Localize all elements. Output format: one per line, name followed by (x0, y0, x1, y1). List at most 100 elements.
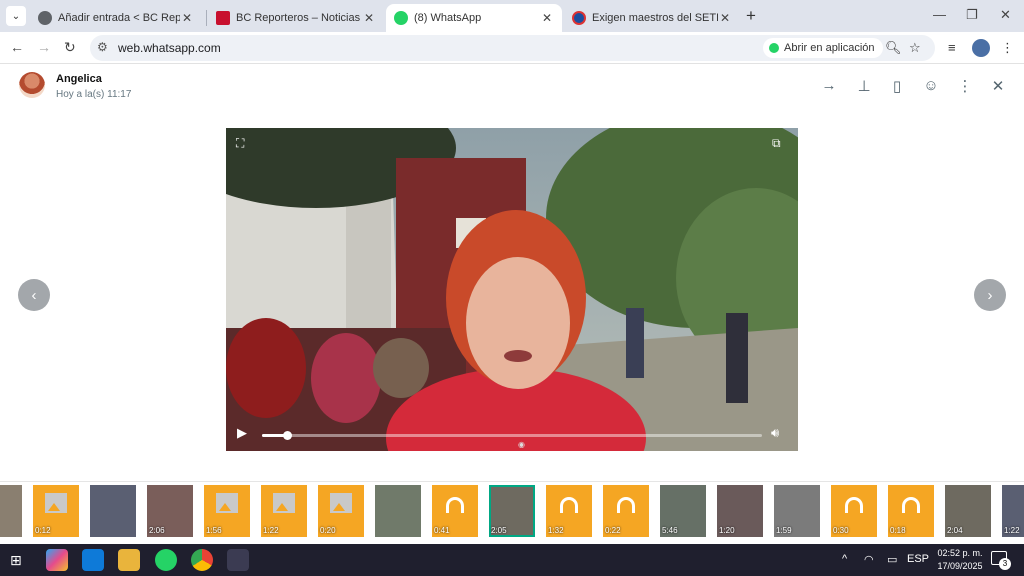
audio-thumbnail[interactable]: 0:30 (831, 485, 877, 537)
fullscreen-icon[interactable]: ⛶ (236, 136, 244, 151)
url-text[interactable]: web.whatsapp.com (118, 41, 221, 55)
teamviewer-icon[interactable] (82, 549, 104, 571)
video-frame (226, 128, 798, 451)
save-bookmark-icon[interactable]: ▯ (888, 77, 906, 95)
tab-search-button[interactable]: ⌄ (6, 6, 26, 26)
video-player[interactable]: ⛶ ⧉ ▶ 🔊︎ ◉ (226, 128, 798, 451)
close-viewer-icon[interactable]: ✕ (989, 77, 1007, 95)
tab-divider (206, 10, 207, 26)
bookmark-star-icon[interactable]: ☆ (909, 40, 921, 56)
audio-thumbnail[interactable]: 0:41 (432, 485, 478, 537)
news-site-icon (572, 11, 586, 25)
video-thumbnail[interactable] (0, 485, 22, 537)
play-icon[interactable]: ▶ (237, 425, 247, 441)
omnibox[interactable]: ⚙ web.whatsapp.com Abrir en aplicación 🔍… (90, 35, 935, 61)
headphones-icon (617, 497, 635, 513)
video-thumbnail[interactable]: 1:59 (774, 485, 820, 537)
restore-button[interactable]: ❐ (966, 7, 978, 23)
forward-icon[interactable]: → (820, 77, 838, 94)
tab-whatsapp[interactable]: (8) WhatsApp ✕ (386, 4, 562, 32)
image-thumbnail[interactable]: 0:20 (318, 485, 364, 537)
back-button[interactable]: ← (10, 39, 24, 55)
thumbnail-duration: 0:20 (320, 526, 336, 535)
image-placeholder-icon (330, 493, 352, 513)
new-tab-button[interactable]: + (746, 6, 756, 26)
thumbnail-duration: 2:06 (149, 526, 165, 535)
minimize-button[interactable]: — (933, 7, 946, 22)
thumbnail-duration: 0:30 (833, 526, 849, 535)
thumbnail-duration: 1:59 (776, 526, 792, 535)
headphones-icon (902, 497, 920, 513)
windows-taskbar: ⊞ ^ ◠ ▭ ESP (0, 544, 1024, 576)
globe-icon (38, 11, 52, 25)
video-watermark-icon: ◉ (518, 440, 525, 449)
open-in-app-button[interactable]: Abrir en aplicación (763, 38, 883, 58)
message-timestamp: Hoy a la(s) 11:17 (56, 89, 132, 100)
headphones-icon (560, 497, 578, 513)
sender-name[interactable]: Angelica (56, 73, 102, 85)
close-icon[interactable]: ✕ (362, 11, 376, 25)
video-thumbnail[interactable]: 1:20 (717, 485, 763, 537)
image-thumbnail[interactable]: 1:22 (261, 485, 307, 537)
sender-avatar[interactable] (19, 72, 45, 98)
dancer-app-icon[interactable] (227, 549, 249, 571)
emoji-react-icon[interactable]: ☺ (922, 77, 940, 94)
tab-anadir-entrada[interactable]: Añadir entrada < BC Reporteros ✕ (30, 4, 202, 32)
show-hidden-icons-icon[interactable]: ^ (842, 553, 847, 565)
tab-exigen-maestros[interactable]: Exigen maestros del SETE pago ✕ (564, 4, 740, 32)
chrome-icon[interactable] (191, 549, 213, 571)
headphones-icon (446, 497, 464, 513)
headphones-icon (845, 497, 863, 513)
tab-title: Añadir entrada < BC Reporteros (58, 12, 180, 24)
video-thumbnail[interactable] (90, 485, 136, 537)
open-in-app-label: Abrir en aplicación (784, 42, 875, 54)
browser-menu-icon[interactable]: ⋮ (1001, 40, 1014, 56)
notification-count-badge: 3 (999, 558, 1011, 570)
image-thumbnail[interactable]: 0:12 (33, 485, 79, 537)
thumbnail-duration: 0:22 (605, 526, 621, 535)
close-icon[interactable]: ✕ (718, 11, 732, 25)
next-media-button[interactable]: › (974, 279, 1006, 311)
audio-thumbnail[interactable]: 0:18 (888, 485, 934, 537)
previous-media-button[interactable]: ‹ (18, 279, 50, 311)
image-placeholder-icon (216, 493, 238, 513)
audio-thumbnail[interactable]: 1:32 (546, 485, 592, 537)
taskbar-clock[interactable]: 02:52 p. m. 17/09/2025 (934, 547, 986, 573)
whatsapp-app-icon[interactable] (155, 549, 177, 571)
site-info-icon[interactable]: ⚙ (97, 40, 108, 54)
thumbnail-duration: 1:20 (719, 526, 735, 535)
tab-title: Exigen maestros del SETE pago (592, 12, 718, 24)
picture-in-picture-icon[interactable]: ⧉ (772, 136, 781, 151)
tab-bc-reporteros[interactable]: BC Reporteros – Noticias ✕ (208, 4, 384, 32)
video-thumbnail[interactable]: 5:46 (660, 485, 706, 537)
pin-icon[interactable]: ⊥ (855, 77, 873, 95)
video-thumbnail[interactable]: 2:04 (945, 485, 991, 537)
windows-start-icon[interactable]: ⊞ (10, 552, 22, 569)
video-thumbnail[interactable]: 2:05 (489, 485, 535, 537)
forward-button[interactable]: → (37, 39, 51, 55)
window-close-button[interactable]: ✕ (1000, 7, 1011, 23)
file-explorer-icon[interactable] (118, 549, 140, 571)
browser-tab-bar: ⌄ Añadir entrada < BC Reporteros ✕ BC Re… (0, 0, 1024, 32)
zoom-icon[interactable]: 🔍︎ (885, 40, 902, 56)
video-thumbnail[interactable]: 2:06 (147, 485, 193, 537)
media-controls-icon[interactable]: ≡ (948, 40, 956, 55)
volume-icon[interactable]: 🔊︎ (771, 425, 779, 441)
more-options-icon[interactable]: ⋮ (956, 77, 974, 95)
video-seek-bar[interactable] (262, 431, 762, 440)
bc-logo-icon (216, 11, 230, 25)
audio-thumbnail[interactable]: 0:22 (603, 485, 649, 537)
video-thumbnail[interactable] (375, 485, 421, 537)
tab-title: BC Reporteros – Noticias (236, 12, 361, 24)
profile-avatar[interactable] (972, 39, 990, 57)
close-icon[interactable]: ✕ (180, 11, 194, 25)
seek-handle[interactable] (283, 431, 292, 440)
wifi-icon[interactable]: ◠ (864, 553, 874, 566)
language-indicator[interactable]: ESP (907, 553, 929, 565)
battery-icon[interactable]: ▭ (887, 553, 897, 566)
reload-button[interactable]: ↻ (64, 39, 76, 56)
image-thumbnail[interactable]: 1:56 (204, 485, 250, 537)
close-icon[interactable]: ✕ (540, 11, 554, 25)
copilot-icon[interactable] (46, 549, 68, 571)
video-thumbnail[interactable]: 1:22 (1002, 485, 1024, 537)
